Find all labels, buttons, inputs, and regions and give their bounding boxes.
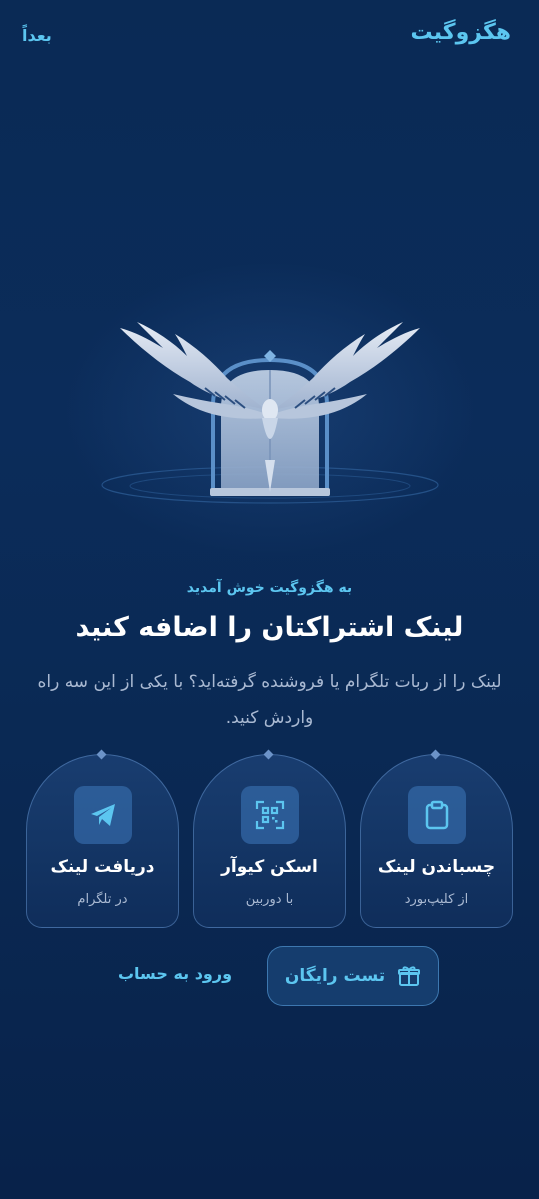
card-icon-box <box>408 786 466 844</box>
card-title: دریافت لینک <box>50 857 155 877</box>
card-subtitle: از کلیپ‌بورد <box>404 892 469 907</box>
card-diamond <box>263 749 274 760</box>
login-link[interactable]: ورود به حساب <box>100 964 250 983</box>
clipboard-icon <box>425 800 449 830</box>
later-button[interactable]: بعداً <box>22 26 52 45</box>
app-brand: هگزوگیت <box>410 20 511 45</box>
import-options: چسباندن لینک از کلیپ‌بورد اسکن کیوآر با … <box>26 749 513 930</box>
card-subtitle: با دوربین <box>245 892 294 907</box>
card-diamond <box>96 749 107 760</box>
card-title: اسکن کیوآر <box>221 857 318 877</box>
free-trial-label: تست رایگان <box>284 966 386 986</box>
card-icon-box <box>241 786 299 844</box>
gift-icon <box>398 966 421 986</box>
welcome-text: به هگزوگیت خوش آمدید <box>186 580 353 596</box>
card-icon-box <box>74 786 132 844</box>
free-trial-button[interactable]: تست رایگان <box>267 946 439 1006</box>
winged-gate-illustration <box>101 322 439 504</box>
telegram-link-card[interactable]: دریافت لینک در تلگرام <box>26 749 179 928</box>
card-diamond <box>430 749 441 760</box>
page-subtitle: لینک را از ربات تلگرام یا فروشنده گرفته‌… <box>37 672 502 728</box>
card-title: چسباندن لینک <box>377 857 496 877</box>
scan-qr-card[interactable]: اسکن کیوآر با دوربین <box>193 749 346 928</box>
top-bar: هگزوگیت بعداً <box>0 0 539 72</box>
page-title: لینک اشتراکتان را اضافه کنید <box>75 612 464 643</box>
paste-link-card[interactable]: چسباندن لینک از کلیپ‌بورد <box>360 749 513 928</box>
card-subtitle: در تلگرام <box>77 892 128 907</box>
telegram-icon <box>91 804 115 826</box>
qr-scan-icon <box>255 800 285 830</box>
